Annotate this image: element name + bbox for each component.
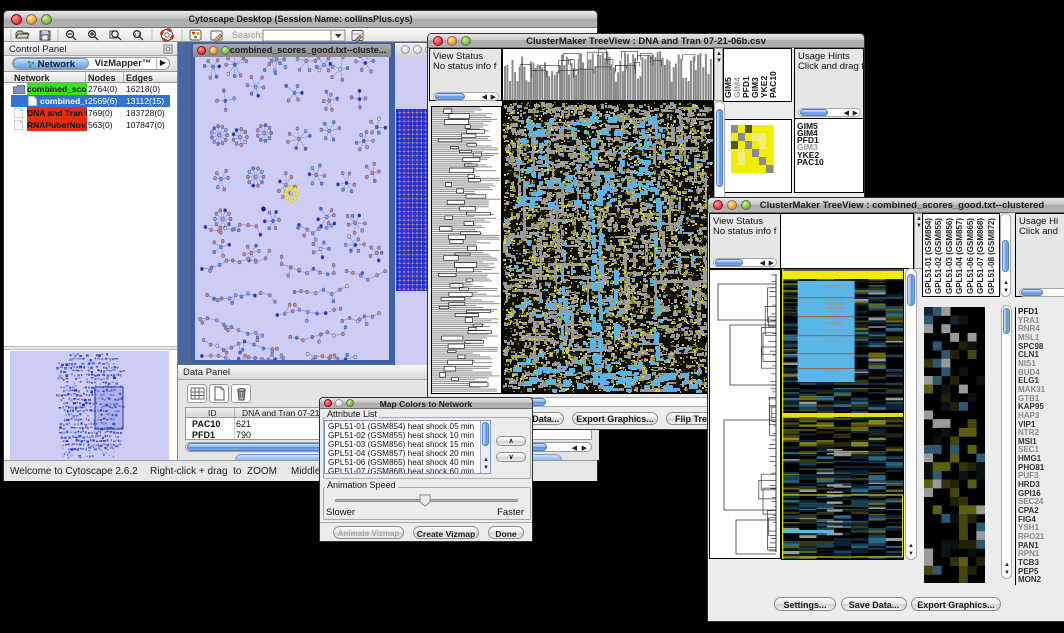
svg-text:Search:: Search: <box>232 30 263 40</box>
svg-text:1:1: 1:1 <box>134 32 141 37</box>
